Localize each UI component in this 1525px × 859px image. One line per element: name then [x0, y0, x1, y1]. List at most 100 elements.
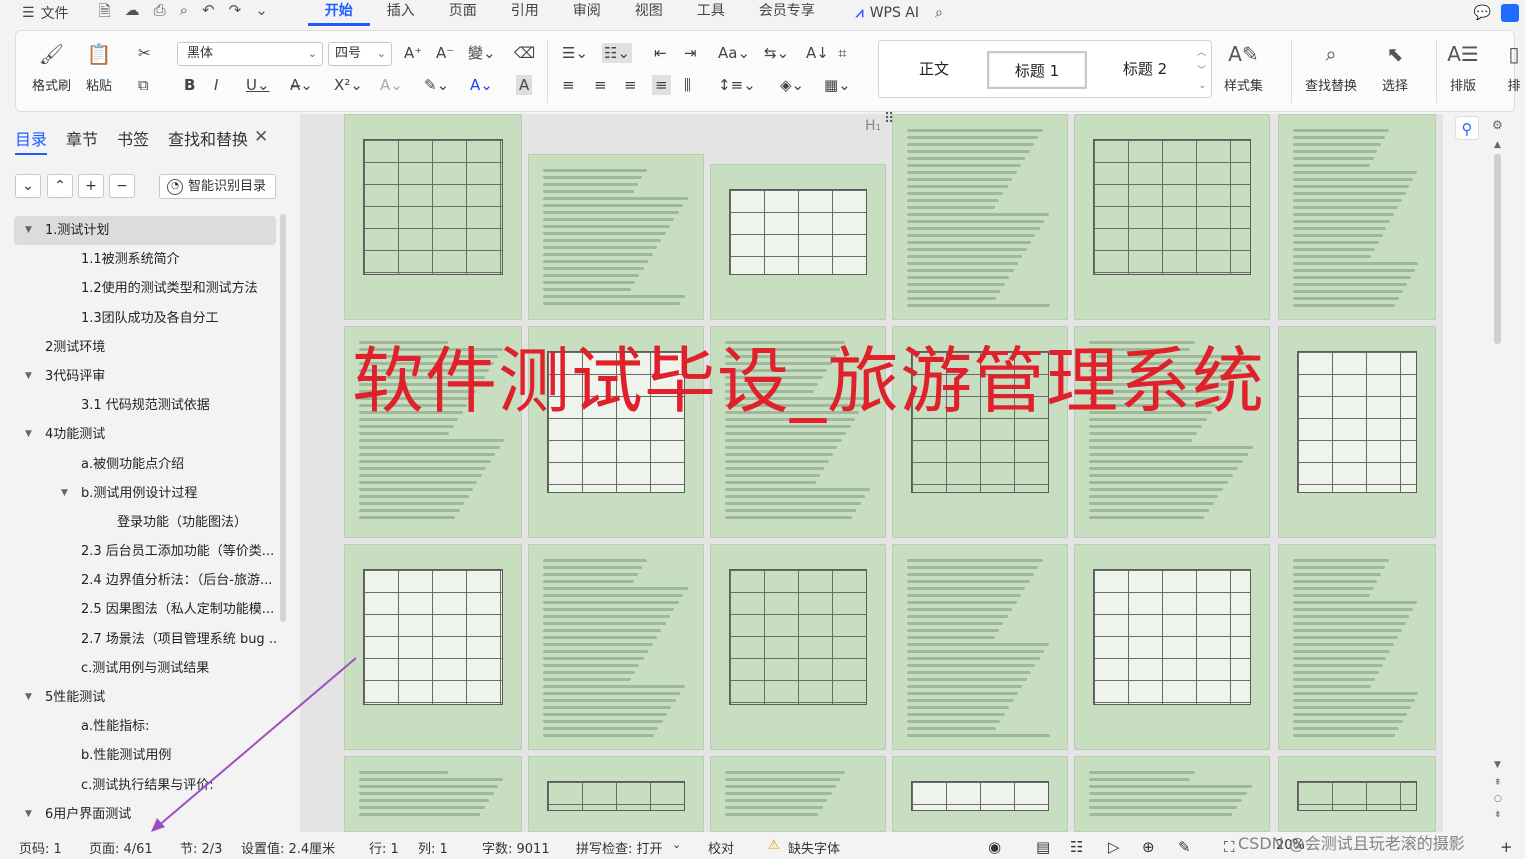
page-thumbnail[interactable] [528, 544, 704, 750]
save-icon[interactable]: 🗎 [99, 1, 111, 26]
font-shrink-icon[interactable]: A⁻ [436, 43, 454, 63]
numbered-list-icon[interactable]: ☷⌄ [602, 43, 633, 63]
remove-heading-button[interactable]: − [109, 174, 135, 198]
status-spell-check[interactable]: 拼写检查: 打开 [576, 838, 663, 857]
toc-item[interactable]: 3.1 代码规范测试依据 [14, 391, 276, 420]
fit-icon[interactable]: ⛶ [1224, 838, 1235, 856]
toc-item[interactable]: 2.3 后台员工添加功能（等价类... [14, 537, 276, 566]
bold-icon[interactable]: B [184, 75, 195, 95]
toc-item[interactable]: 2.7 场景法（项目管理系统 bug ... [14, 625, 276, 654]
page-thumbnail[interactable] [1278, 544, 1436, 750]
page-thumbnail[interactable] [1278, 326, 1436, 538]
page-thumbnail[interactable] [710, 544, 886, 750]
decrease-indent-icon[interactable]: ⇤ [654, 43, 667, 63]
add-heading-button[interactable]: + [78, 174, 104, 198]
page-thumbnail[interactable] [1278, 114, 1436, 320]
page-thumbnail[interactable] [528, 154, 704, 320]
tab-member[interactable]: 会员专享 [742, 0, 832, 26]
char-shading-icon[interactable]: A [516, 75, 533, 95]
char-case-icon[interactable]: Aa⌄ [718, 43, 750, 63]
close-icon[interactable]: ✕ [254, 127, 268, 147]
toc-item[interactable]: ▼ 3代码评审 [14, 362, 276, 391]
page-thumbnail[interactable] [1074, 544, 1270, 750]
document-canvas[interactable] [300, 114, 1443, 832]
strikethrough-icon[interactable]: A̶⌄ [290, 75, 313, 95]
tab-home[interactable]: 开始 [307, 0, 370, 26]
status-missing-font[interactable]: 缺失字体 [788, 838, 840, 857]
superscript-icon[interactable]: X²⌄ [334, 75, 363, 95]
borders-icon[interactable]: ▦⌄ [824, 75, 851, 95]
status-proof[interactable]: 校对 [708, 838, 734, 857]
phonetic-icon[interactable]: 變⌄ [468, 43, 496, 63]
sliders-icon[interactable]: ⚙ [1492, 118, 1503, 132]
status-row[interactable]: 行: 1 [369, 838, 399, 857]
expand-arrow-icon[interactable]: ▼ [61, 479, 68, 508]
redo-icon[interactable]: ↷ [229, 1, 242, 26]
status-page[interactable]: 页面: 4/61 [89, 838, 153, 857]
page-thumbnail[interactable] [1278, 756, 1436, 832]
find-replace-button[interactable]: ⌕ 查找替换 [1305, 41, 1357, 94]
justify-icon[interactable]: ≡ [652, 75, 671, 95]
align-right-icon[interactable]: ≡ [624, 75, 637, 95]
style-normal[interactable]: 正文 [889, 51, 979, 89]
page-thumbnail[interactable] [1074, 756, 1270, 832]
select-button[interactable]: ⬉ 选择 [1382, 41, 1408, 94]
cut-icon[interactable]: ✂ [138, 43, 151, 63]
next-page-icon[interactable]: ⇟ [1494, 810, 1502, 820]
text-direction-icon[interactable]: ⇆⌄ [764, 43, 789, 63]
eraser-icon[interactable]: ⌫ [514, 43, 535, 63]
paste-button[interactable]: 📋 粘贴 [86, 41, 112, 94]
collapse-all-button[interactable]: ⌄ [15, 174, 41, 198]
page-thumbnail[interactable] [710, 756, 886, 832]
print-preview-icon[interactable]: ⌕ [180, 1, 188, 26]
select-browse-icon[interactable]: ○ [1494, 794, 1502, 804]
toc-item[interactable]: a.被侧功能点介绍 [14, 450, 276, 479]
page-thumbnail[interactable] [344, 756, 522, 832]
toc-item[interactable]: 2.4 边界值分析法：（后台-旅游... [14, 566, 276, 595]
chevron-down-icon[interactable]: ⌄ [255, 1, 268, 26]
prev-page-icon[interactable]: ⇞ [1494, 778, 1502, 788]
page-thumbnail[interactable] [892, 544, 1068, 750]
scrollbar-thumb[interactable] [1494, 154, 1501, 344]
scroll-up-icon[interactable]: ▲ [1494, 140, 1501, 150]
layout-more-button[interactable]: ▯ 排 [1501, 41, 1525, 94]
toc-item[interactable]: ▼ 1.测试计划 [14, 216, 276, 246]
tab-tools[interactable]: 工具 [680, 0, 742, 26]
tab-review[interactable]: 审阅 [556, 0, 618, 26]
page-thumbnail[interactable] [528, 756, 704, 832]
toc-item[interactable]: 登录功能（功能图法） [14, 508, 276, 537]
page-thumbnail[interactable] [344, 114, 522, 320]
undo-icon[interactable]: ↶ [202, 1, 215, 26]
italic-icon[interactable]: I [214, 75, 218, 95]
format-painter-button[interactable]: 🖌 格式刷 [32, 41, 71, 94]
page-thumbnail[interactable] [892, 756, 1068, 832]
expand-arrow-icon[interactable]: ▼ [25, 683, 32, 712]
chevron-down-icon[interactable]: ﹀ [1197, 63, 1206, 76]
copy-icon[interactable]: ⧉ [138, 75, 149, 95]
page-view-icon[interactable]: ▤ [1036, 838, 1050, 856]
align-center-icon[interactable]: ≡ [594, 75, 607, 95]
toc-item[interactable]: 1.1被测系统简介 [14, 245, 276, 274]
search-icon[interactable]: ⌕ [935, 5, 943, 21]
underline-icon[interactable]: U⌄ [246, 75, 270, 95]
shading-icon[interactable]: ◈⌄ [780, 75, 804, 95]
eye-icon[interactable]: ◉ [988, 838, 1001, 856]
page-thumbnail[interactable] [710, 164, 886, 320]
tab-bookmarks[interactable]: 书签 [117, 126, 149, 155]
wps-ai-button[interactable]: ⩘ WPS AI ⌕ [856, 5, 943, 21]
toc-item[interactable]: ▼ 4功能测试 [14, 420, 276, 449]
show-marks-icon[interactable]: ⌗ [838, 43, 846, 63]
toc-item[interactable]: 2.5 因果图法（私人定制功能模... [14, 595, 276, 624]
smart-toc-button[interactable]: ◔ 智能识别目录 [159, 174, 276, 199]
expand-arrow-icon[interactable]: ▼ [25, 216, 32, 245]
tab-toc[interactable]: 目录 [15, 126, 48, 155]
tab-references[interactable]: 引用 [494, 0, 556, 26]
expand-arrow-icon[interactable]: ▼ [25, 420, 32, 449]
toc-item[interactable]: 2测试环境 [14, 333, 276, 362]
chevron-down-icon[interactable]: ⌄ [672, 838, 681, 851]
font-name-select[interactable]: 黑体 ⌄ [177, 42, 323, 66]
share-icon[interactable] [1501, 4, 1519, 22]
styles-set-button[interactable]: A✎ 样式集 [1224, 41, 1263, 94]
highlight-icon[interactable]: ✎⌄ [424, 75, 449, 95]
zoom-in-icon[interactable]: + [1500, 838, 1513, 856]
